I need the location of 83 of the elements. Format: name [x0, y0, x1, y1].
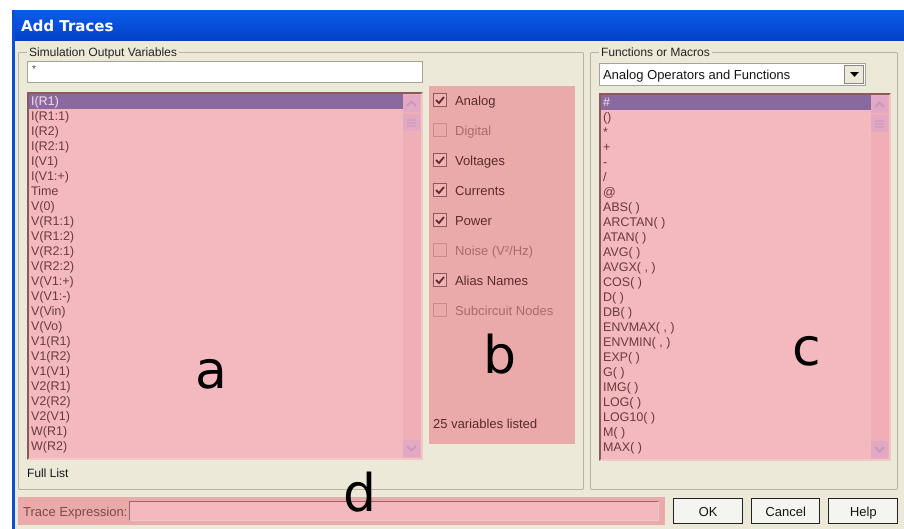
- chevron-up-icon: [406, 100, 417, 107]
- list-item[interactable]: AVGX( , ): [601, 260, 871, 275]
- list-item[interactable]: I(R2:1): [29, 139, 403, 154]
- list-item[interactable]: V(Vin): [29, 304, 403, 319]
- list-item[interactable]: (): [601, 110, 871, 125]
- list-item[interactable]: V(R1:2): [29, 229, 403, 244]
- list-item[interactable]: V(R1:1): [29, 214, 403, 229]
- list-item[interactable]: LOG10( ): [601, 410, 871, 425]
- list-item[interactable]: ARCTAN( ): [601, 215, 871, 230]
- annotation-letter: b: [483, 330, 516, 382]
- list-item[interactable]: @: [601, 185, 871, 200]
- list-item[interactable]: I(V1:+): [29, 169, 403, 184]
- chevron-up-icon: [874, 101, 885, 108]
- filter-checkbox[interactable]: Analog: [433, 91, 571, 109]
- window-title: Add Traces: [21, 16, 114, 34]
- dialog-button[interactable]: OK: [673, 498, 743, 524]
- filter-checkbox[interactable]: Currents: [433, 181, 571, 199]
- list-item[interactable]: V(0): [29, 199, 403, 214]
- list-item[interactable]: V(R2:2): [29, 259, 403, 274]
- filter-field[interactable]: *: [27, 61, 423, 83]
- list-item[interactable]: W(R2): [29, 439, 403, 454]
- checkbox[interactable]: [433, 213, 447, 227]
- check-icon: [435, 156, 445, 164]
- list-item[interactable]: D( ): [601, 290, 871, 305]
- dialog-button[interactable]: Cancel: [750, 498, 820, 524]
- annotation-letter: d: [343, 468, 376, 520]
- list-item[interactable]: V2(V1): [29, 409, 403, 424]
- list-item[interactable]: I(R2): [29, 124, 403, 139]
- group-label: Functions or Macros: [600, 45, 711, 59]
- checkbox[interactable]: [433, 273, 447, 287]
- list-item[interactable]: AVG( ): [601, 245, 871, 260]
- list-item[interactable]: I(R1): [29, 94, 403, 109]
- list-item[interactable]: DB( ): [601, 305, 871, 320]
- list-item[interactable]: COS( ): [601, 275, 871, 290]
- scroll-down-button[interactable]: [871, 441, 888, 458]
- filter-checkbox[interactable]: Voltages: [433, 151, 571, 169]
- list-item[interactable]: M( ): [601, 425, 871, 440]
- group-label: Simulation Output Variables: [28, 45, 178, 59]
- checkbox[interactable]: [433, 183, 447, 197]
- check-icon: [435, 216, 445, 224]
- list-item[interactable]: I(R1:1): [29, 109, 403, 124]
- filter-checkbox[interactable]: Power: [433, 211, 571, 229]
- dialog-button[interactable]: Help: [828, 498, 898, 524]
- dropdown-arrow-icon: [850, 72, 858, 77]
- list-item[interactable]: IMG( ): [601, 380, 871, 395]
- list-item[interactable]: LOG( ): [601, 395, 871, 410]
- chevron-down-icon: [406, 445, 417, 452]
- checkbox[interactable]: [433, 153, 447, 167]
- filter-checkbox[interactable]: Alias Names: [433, 271, 571, 289]
- scroll-down-button[interactable]: [403, 440, 420, 457]
- list-item[interactable]: V(Vo): [29, 319, 403, 334]
- list-item[interactable]: ATAN( ): [601, 230, 871, 245]
- scroll-thumb[interactable]: [403, 114, 420, 131]
- list-item[interactable]: W(R1): [29, 424, 403, 439]
- list-item[interactable]: I(V1): [29, 154, 403, 169]
- scrollbar[interactable]: [871, 95, 889, 459]
- list-item[interactable]: -: [601, 155, 871, 170]
- list-item[interactable]: V2(R2): [29, 394, 403, 409]
- check-icon: [435, 96, 445, 104]
- scroll-up-button[interactable]: [403, 95, 420, 112]
- scroll-thumb[interactable]: [871, 115, 888, 132]
- scroll-up-button[interactable]: [871, 96, 888, 113]
- list-item[interactable]: ABS( ): [601, 200, 871, 215]
- list-item[interactable]: #: [601, 95, 871, 110]
- grip-icon: [875, 120, 884, 128]
- field-label: Trace Expression:: [23, 504, 128, 518]
- check-icon: [435, 186, 445, 194]
- check-icon: [435, 276, 445, 284]
- variable-count: 25 variables listed: [433, 416, 538, 431]
- list-item[interactable]: +: [601, 140, 871, 155]
- status-label: Full List: [27, 466, 70, 480]
- list-item[interactable]: V(V1:-): [29, 289, 403, 304]
- list-item[interactable]: *: [601, 125, 871, 140]
- grip-icon: [407, 118, 416, 126]
- chevron-down-icon: [874, 446, 885, 453]
- list-item[interactable]: V(V1:+): [29, 274, 403, 289]
- list-item[interactable]: Time: [29, 184, 403, 199]
- category-dropdown[interactable]: Analog Operators and Functions: [599, 63, 866, 86]
- scrollbar[interactable]: [403, 94, 421, 458]
- list-item[interactable]: /: [601, 170, 871, 185]
- checkbox[interactable]: [433, 93, 447, 107]
- list-item[interactable]: MAX( ): [601, 440, 871, 455]
- list-item[interactable]: V(R2:1): [29, 244, 403, 259]
